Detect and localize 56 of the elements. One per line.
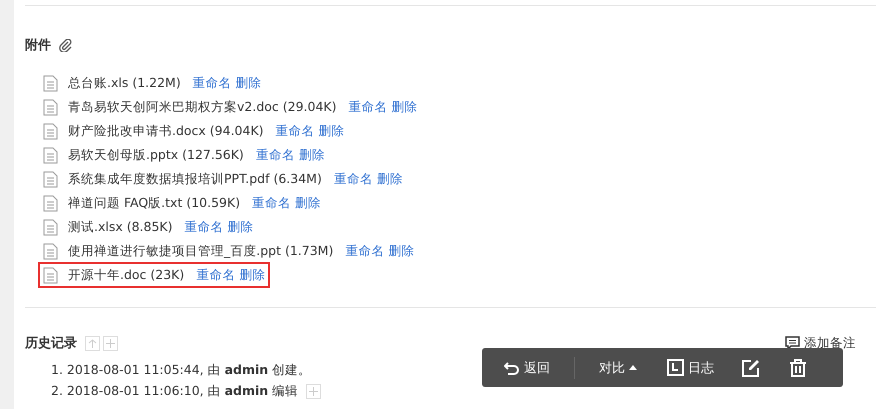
arrow-up-icon bbox=[88, 338, 97, 348]
collapse-button[interactable] bbox=[85, 336, 100, 350]
paperclip-icon bbox=[59, 38, 72, 52]
compare-button[interactable]: 对比 bbox=[599, 354, 637, 380]
section-title: 历史记录 bbox=[25, 335, 77, 352]
rename-link[interactable]: 重命名 bbox=[252, 194, 292, 212]
delete-link[interactable]: 删除 bbox=[392, 98, 418, 116]
document-icon bbox=[43, 98, 58, 116]
plus-icon bbox=[106, 338, 115, 348]
document-icon bbox=[43, 194, 58, 212]
expand-button[interactable] bbox=[103, 336, 118, 350]
rename-link[interactable]: 重命名 bbox=[334, 170, 373, 188]
comment-icon bbox=[785, 336, 800, 350]
caret-icon bbox=[629, 365, 637, 370]
rename-link[interactable]: 重命名 bbox=[256, 146, 295, 164]
log-button[interactable]: 日志 bbox=[667, 354, 714, 380]
file-name: 使用禅道进行敏捷项目管理_百度.ppt (1.73M) bbox=[68, 242, 334, 260]
rename-link[interactable]: 重命名 bbox=[192, 74, 232, 92]
document-icon bbox=[43, 218, 58, 236]
file-name: 禅道问题 FAQ版.txt (10.59K) bbox=[68, 194, 240, 212]
history-entry: 2. 2018-08-01 11:06:10, 由 admin 编辑 bbox=[51, 383, 298, 400]
add-note-link[interactable]: 添加备注 bbox=[785, 334, 856, 352]
file-name: 系统集成年度数据填报培训PPT.pdf (6.34M) bbox=[68, 170, 322, 188]
section-title: 附件 bbox=[25, 37, 51, 54]
file-name: 开源十年.doc (23K) bbox=[68, 266, 184, 284]
document-icon bbox=[43, 146, 58, 164]
delete-link[interactable]: 删除 bbox=[318, 122, 345, 140]
file-name: 易软天创母版.pptx (127.56K) bbox=[68, 146, 244, 164]
document-icon bbox=[43, 266, 58, 284]
back-button[interactable]: 返回 bbox=[504, 354, 550, 380]
delete-link[interactable]: 删除 bbox=[236, 74, 262, 92]
expand-button[interactable] bbox=[306, 384, 322, 399]
delete-link[interactable]: 删除 bbox=[228, 218, 254, 236]
history-entry: 1. 2018-08-01 11:05:44, 由 admin 创建。 bbox=[51, 362, 312, 379]
plus-icon bbox=[309, 387, 318, 396]
file-name: 总台账.xls (1.22M) bbox=[68, 74, 181, 92]
edit-icon bbox=[742, 358, 760, 376]
undo-icon bbox=[504, 360, 520, 374]
rename-link[interactable]: 重命名 bbox=[276, 122, 315, 140]
rename-link[interactable]: 重命名 bbox=[348, 98, 388, 116]
delete-link[interactable]: 删除 bbox=[388, 242, 414, 260]
file-name: 测试.xlsx (8.85K) bbox=[68, 218, 173, 236]
delete-link[interactable]: 删除 bbox=[295, 194, 322, 212]
delete-link[interactable]: 删除 bbox=[239, 266, 266, 284]
file-name: 青岛易软天创阿米巴期权方案v2.doc (29.04K) bbox=[68, 98, 336, 116]
rename-link[interactable]: 重命名 bbox=[196, 266, 236, 284]
file-name: 财产险批改申请书.docx (94.04K) bbox=[68, 122, 264, 140]
rename-link[interactable]: 重命名 bbox=[345, 242, 384, 260]
document-icon bbox=[43, 242, 58, 260]
trash-icon bbox=[790, 358, 806, 376]
delete-link[interactable]: 删除 bbox=[298, 146, 325, 164]
document-icon bbox=[43, 74, 58, 92]
document-icon bbox=[43, 170, 58, 188]
rename-link[interactable]: 重命名 bbox=[184, 218, 224, 236]
delete-link[interactable]: 删除 bbox=[376, 170, 403, 188]
document-icon bbox=[43, 122, 58, 140]
